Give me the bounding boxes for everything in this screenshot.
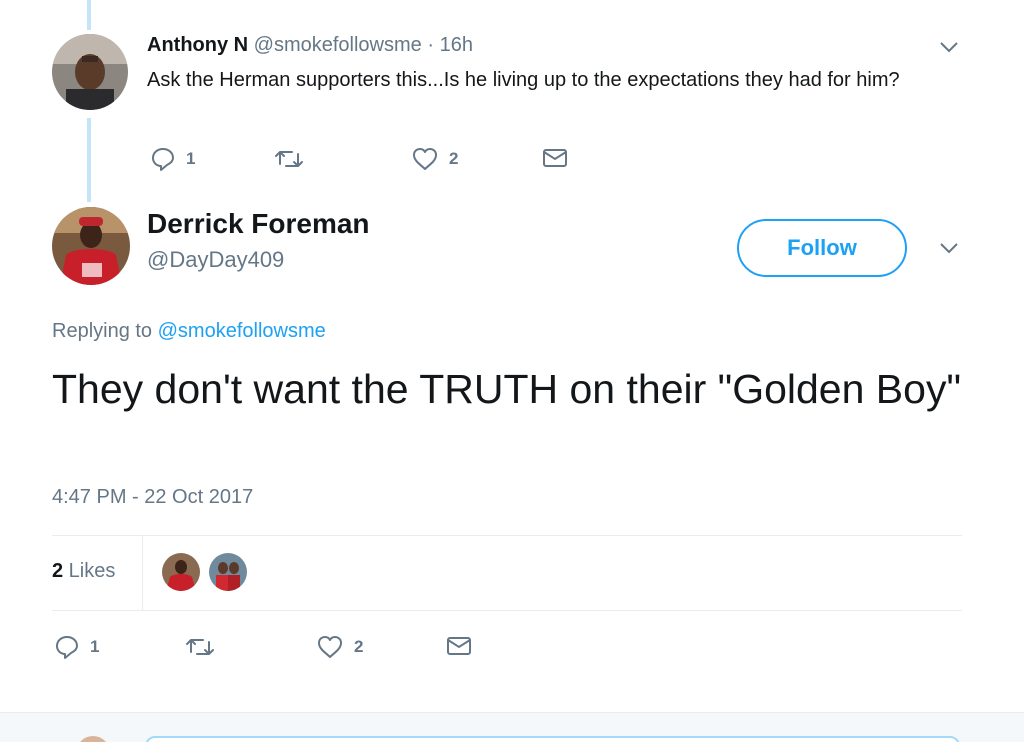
main-chevron-down-icon[interactable] — [939, 241, 959, 260]
main-like-count: 2 — [354, 637, 364, 656]
main-avatar[interactable] — [52, 207, 130, 285]
tweet-page: Anthony N @smokefollowsme · 16h Ask the … — [0, 0, 1024, 742]
parent-like-button[interactable]: 2 — [411, 146, 458, 172]
main-action-bar: 1 2 — [54, 634, 484, 662]
replying-to-line: Replying to @smokefollowsme — [52, 320, 326, 343]
parent-avatar[interactable] — [52, 34, 128, 110]
envelope-icon — [541, 146, 569, 170]
parent-author-handle[interactable]: @smokefollowsme — [254, 34, 422, 56]
parent-like-count: 2 — [449, 149, 459, 168]
replying-to-link[interactable]: @smokefollowsme — [158, 320, 326, 342]
divider-top — [52, 535, 962, 536]
parent-message-button[interactable] — [541, 146, 569, 170]
reply-icon — [54, 634, 80, 660]
parent-action-bar: 1 2 — [150, 146, 580, 174]
thread-line-top — [87, 0, 91, 30]
liker-avatar-2[interactable] — [209, 553, 247, 591]
liker-avatar-1[interactable] — [162, 553, 200, 591]
main-tweet-text: They don't want the TRUTH on their "Gold… — [52, 366, 962, 412]
main-retweet-button[interactable] — [185, 634, 215, 660]
separator-dot: · — [427, 34, 435, 56]
thread-line-middle — [87, 118, 91, 202]
tweet-timestamp[interactable]: 4:47 PM - 22 Oct 2017 — [52, 486, 253, 509]
envelope-icon — [445, 634, 473, 658]
likes-label: Likes — [63, 560, 116, 582]
parent-author-name[interactable]: Anthony N — [147, 34, 248, 56]
main-message-button[interactable] — [445, 634, 473, 658]
main-author-handle[interactable]: @DayDay409 — [147, 247, 284, 273]
divider-bottom — [52, 610, 962, 611]
main-author-name[interactable]: Derrick Foreman — [147, 208, 370, 240]
replying-to-prefix: Replying to — [52, 320, 158, 342]
parent-reply-count: 1 — [186, 149, 196, 168]
reply-icon — [150, 146, 176, 172]
parent-reply-button[interactable]: 1 — [150, 146, 195, 172]
parent-retweet-button[interactable] — [274, 146, 304, 172]
parent-tweet-time[interactable]: 16h — [440, 34, 473, 56]
likes-count: 2 — [52, 560, 64, 582]
retweet-icon — [185, 634, 215, 660]
parent-tweet-header: Anthony N @smokefollowsme · 16h — [147, 34, 473, 57]
parent-tweet-text: Ask the Herman supporters this...Is he l… — [147, 69, 900, 91]
main-reply-button[interactable]: 1 — [54, 634, 99, 660]
main-like-button[interactable]: 2 — [316, 634, 363, 660]
follow-button[interactable]: Follow — [737, 219, 907, 277]
likes-stat[interactable]: 2 Likes — [52, 560, 115, 583]
retweet-icon — [274, 146, 304, 172]
heart-icon — [316, 634, 344, 660]
heart-icon — [411, 146, 439, 172]
main-reply-count: 1 — [90, 637, 100, 656]
stats-divider — [142, 536, 143, 610]
reply-input[interactable] — [145, 736, 960, 742]
parent-chevron-down-icon[interactable] — [939, 40, 959, 59]
